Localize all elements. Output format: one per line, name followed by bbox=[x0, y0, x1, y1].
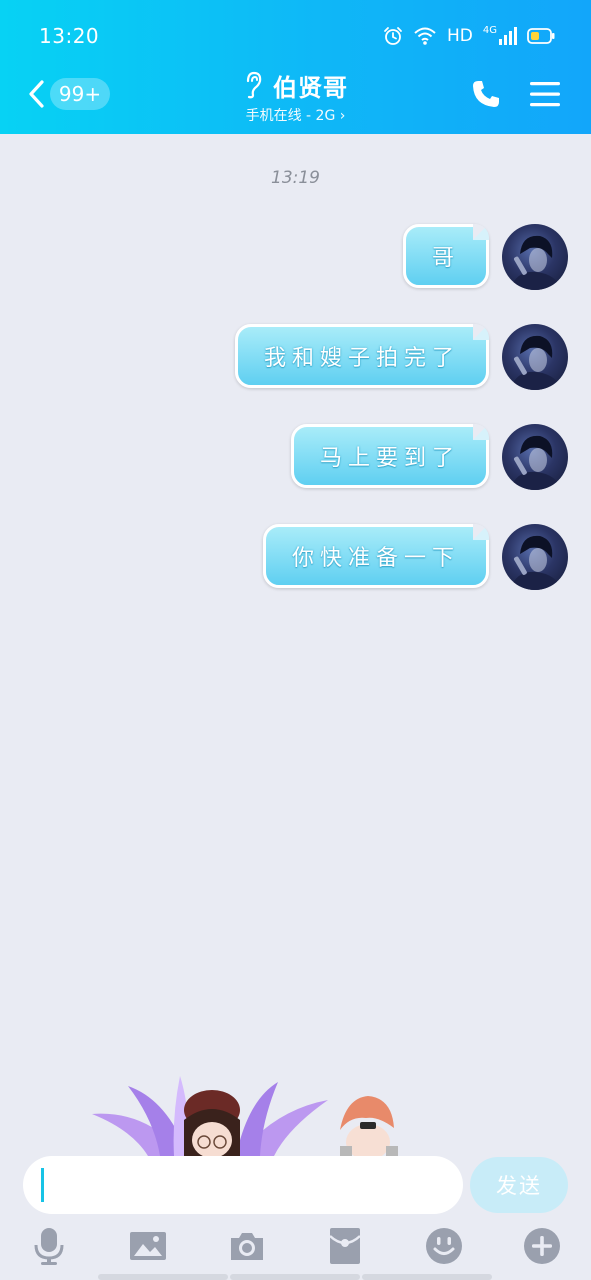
message-row: 你快准备一下 bbox=[0, 524, 591, 592]
message-input-box[interactable] bbox=[23, 1156, 463, 1216]
message-row: 我和嫂子拍完了 bbox=[0, 324, 591, 392]
emoji-icon[interactable] bbox=[424, 1226, 464, 1266]
avatar-image bbox=[510, 235, 562, 290]
call-button[interactable] bbox=[470, 78, 502, 110]
menu-button[interactable] bbox=[528, 78, 562, 110]
contact-name: 伯贤哥 bbox=[273, 73, 348, 102]
plus-icon[interactable] bbox=[522, 1226, 562, 1266]
panel-indicator bbox=[98, 1274, 228, 1280]
message-row: 马上要到了 bbox=[0, 424, 591, 492]
network-label: HD bbox=[447, 26, 473, 46]
image-icon[interactable] bbox=[128, 1226, 168, 1266]
avatar-image bbox=[510, 335, 562, 390]
chat-header: 13:20 HD 4G 99+ 伯贤哥 手机在线 - 2G › bbox=[0, 0, 591, 134]
avatar-image bbox=[510, 535, 562, 590]
avatar-image bbox=[510, 435, 562, 490]
alarm-icon bbox=[384, 27, 402, 45]
avatar[interactable] bbox=[502, 324, 568, 390]
text-caret bbox=[41, 1168, 44, 1202]
status-time: 13:20 bbox=[39, 24, 100, 48]
message-bubble[interactable]: 哥 bbox=[402, 224, 490, 288]
message-bubble[interactable]: 你快准备一下 bbox=[262, 524, 490, 588]
avatar[interactable] bbox=[502, 224, 568, 290]
decorative-characters-illustration bbox=[92, 1076, 398, 1156]
hamburger-menu-icon bbox=[530, 82, 560, 107]
message-row: 哥 bbox=[0, 224, 591, 292]
mic-icon[interactable] bbox=[29, 1226, 69, 1266]
cellular-label: 4G bbox=[482, 24, 497, 36]
ear-icon bbox=[246, 71, 262, 99]
message-timestamp: 13:19 bbox=[271, 168, 320, 188]
status-icons: HD 4G bbox=[383, 24, 555, 48]
signal-icon bbox=[499, 27, 517, 45]
battery-icon bbox=[527, 28, 555, 44]
panel-indicator bbox=[230, 1274, 360, 1280]
wifi-icon bbox=[414, 27, 436, 45]
status-bar: 13:20 HD 4G bbox=[0, 0, 591, 70]
send-button[interactable]: 发送 bbox=[470, 1157, 568, 1213]
message-bubble[interactable]: 马上要到了 bbox=[290, 424, 490, 488]
avatar[interactable] bbox=[502, 524, 568, 590]
message-input[interactable] bbox=[49, 1156, 453, 1216]
contact-online-status[interactable]: 手机在线 - 2G › bbox=[0, 105, 591, 125]
avatar[interactable] bbox=[502, 424, 568, 490]
phone-icon bbox=[473, 81, 499, 107]
panel-indicator bbox=[362, 1274, 492, 1280]
red-packet-icon[interactable] bbox=[325, 1226, 365, 1266]
contact-title[interactable]: 伯贤哥 手机在线 - 2G › bbox=[0, 68, 591, 125]
camera-icon[interactable] bbox=[227, 1226, 267, 1266]
message-bubble[interactable]: 我和嫂子拍完了 bbox=[234, 324, 490, 388]
